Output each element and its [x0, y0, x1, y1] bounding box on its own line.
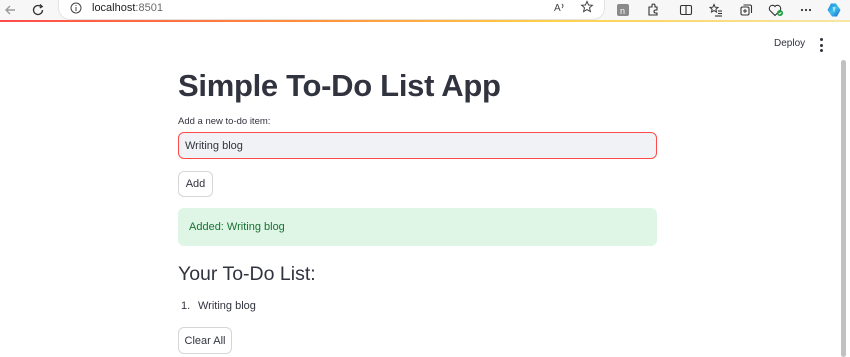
- split-screen-icon[interactable]: [678, 2, 694, 18]
- collections-icon[interactable]: [738, 2, 754, 18]
- success-message: Added: Writing blog: [189, 221, 285, 233]
- success-alert: Added: Writing blog: [178, 208, 657, 246]
- todo-input[interactable]: [178, 132, 657, 159]
- read-aloud-icon[interactable]: A: [553, 0, 567, 14]
- svg-text:n: n: [620, 6, 625, 16]
- clear-all-button[interactable]: Clear All: [178, 327, 232, 354]
- page-title: Simple To-Do List App: [178, 68, 501, 103]
- copilot-icon[interactable]: [826, 2, 842, 18]
- todo-list-heading: Your To-Do List:: [178, 263, 316, 285]
- more-horizontal-icon[interactable]: [798, 2, 814, 18]
- extension-icon[interactable]: n: [615, 2, 631, 18]
- browser-essentials-icon[interactable]: [768, 2, 784, 18]
- todo-list: 1. Writing blog: [178, 300, 256, 315]
- list-item-number: 1.: [181, 300, 191, 312]
- url-text[interactable]: localhost:8501: [92, 2, 163, 14]
- favorites-icon[interactable]: [708, 2, 724, 18]
- more-vertical-icon[interactable]: [815, 38, 827, 52]
- back-icon[interactable]: [0, 1, 18, 19]
- list-item-text: Writing blog: [198, 300, 256, 312]
- puzzle-icon[interactable]: [645, 2, 661, 18]
- refresh-icon[interactable]: [29, 1, 47, 19]
- add-button[interactable]: Add: [178, 171, 213, 197]
- page-load-progress: [0, 20, 850, 22]
- info-icon[interactable]: [70, 1, 82, 14]
- url-port: :8501: [135, 2, 163, 14]
- browser-toolbar: localhost:8501 A n: [0, 0, 850, 20]
- url-host: localhost: [92, 2, 136, 14]
- todo-input-label: Add a new to-do item:: [178, 116, 271, 127]
- svg-text:A: A: [554, 3, 561, 14]
- star-icon[interactable]: [580, 0, 594, 14]
- address-bar[interactable]: localhost:8501 A: [58, 0, 605, 20]
- scrollbar[interactable]: [841, 60, 846, 357]
- list-item: 1. Writing blog: [178, 300, 256, 315]
- deploy-button[interactable]: Deploy: [768, 36, 811, 51]
